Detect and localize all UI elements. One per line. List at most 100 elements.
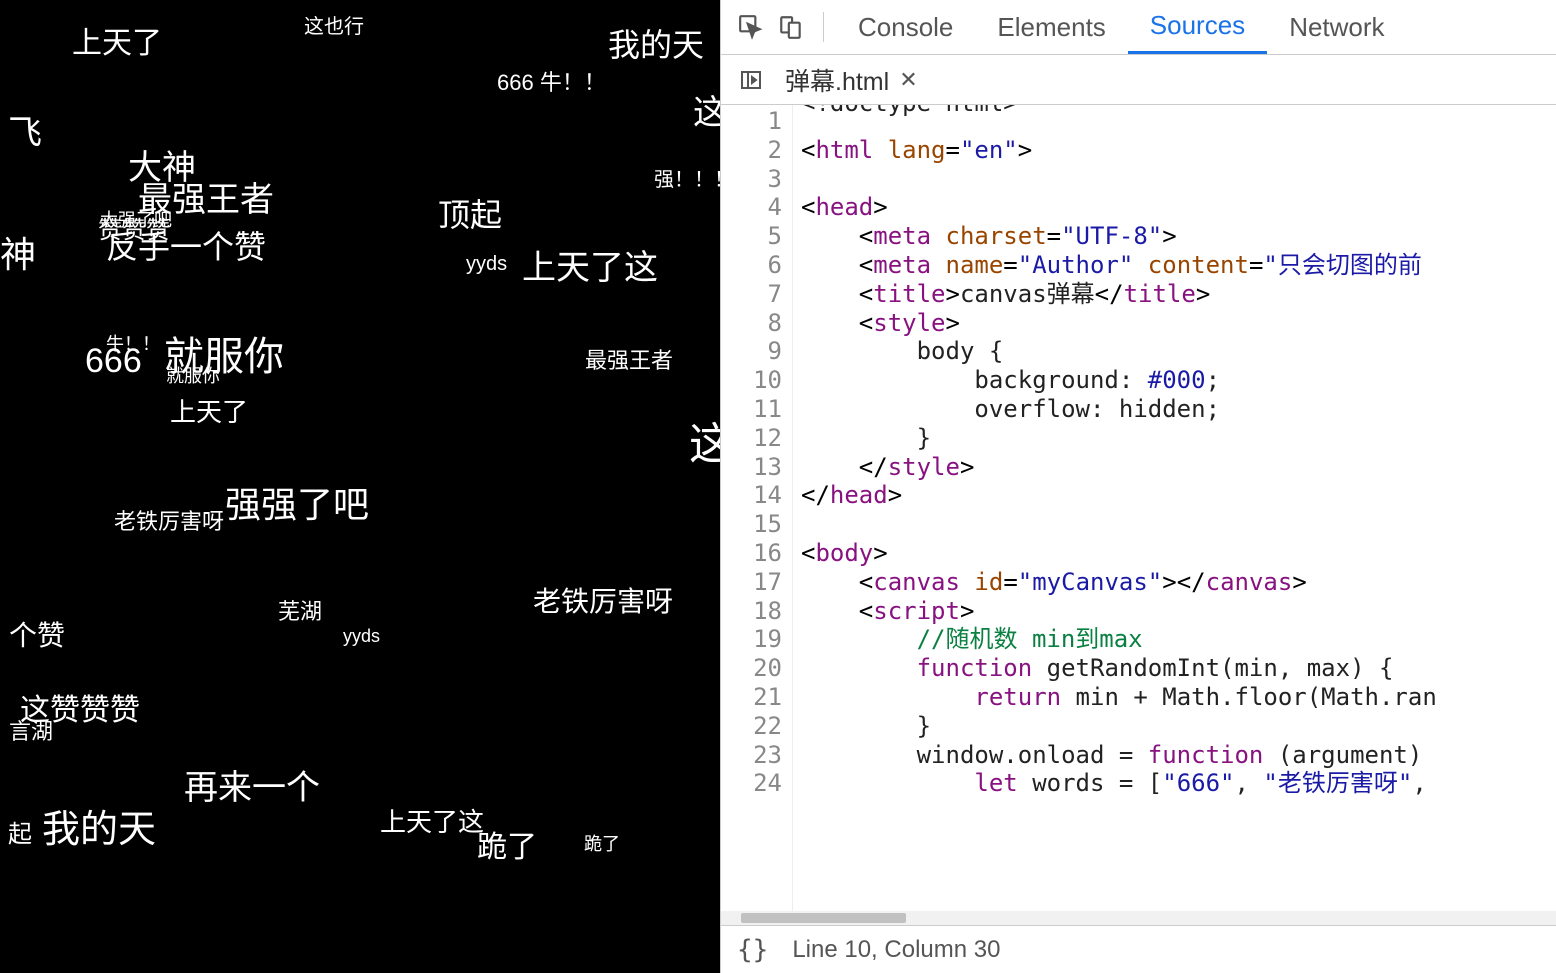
code-line[interactable]: </head> (801, 481, 1556, 510)
danmu-text: yyds (343, 626, 380, 647)
line-number: 4 (721, 193, 782, 222)
line-number: 10 (721, 366, 782, 395)
device-toggle-icon[interactable] (771, 7, 811, 47)
line-number: 17 (721, 568, 782, 597)
line-number: 2 (721, 136, 782, 165)
danmu-text: 跪了 (584, 830, 620, 856)
danmu-text: yyds (466, 253, 507, 276)
line-number: 24 (721, 769, 782, 798)
danmu-text: 这 (689, 408, 720, 472)
line-number: 13 (721, 453, 782, 482)
line-number: 16 (721, 539, 782, 568)
code-line[interactable]: </style> (801, 453, 1556, 482)
danmu-text: 这也行 (304, 10, 364, 39)
code-line[interactable]: //随机数 min到max (801, 625, 1556, 654)
danmu-text: 上天了这 (522, 240, 658, 289)
line-number: 6 (721, 251, 782, 280)
tab-console[interactable]: Console (836, 0, 975, 54)
line-gutter: 123456789101112131415161718192021222324 (721, 105, 793, 911)
code-line[interactable]: <html lang="en"> (801, 136, 1556, 165)
code-line[interactable] (801, 165, 1556, 194)
scroll-thumb[interactable] (741, 913, 906, 923)
danmu-text: 再来一个 (184, 760, 320, 809)
line-number: 8 (721, 309, 782, 338)
danmu-text: 666 (85, 342, 142, 381)
danmu-text: 666 牛！！ (497, 65, 606, 97)
code-line[interactable]: <style> (801, 309, 1556, 338)
devtools-tabs: Console Elements Sources Network (836, 0, 1407, 54)
danmu-text: 老铁厉害呀 (533, 580, 673, 620)
line-number: 15 (721, 510, 782, 539)
code-line[interactable]: } (801, 712, 1556, 741)
danmu-text: 上天了 (170, 392, 248, 429)
tab-network[interactable]: Network (1267, 0, 1406, 54)
danmu-text: 跪了 (477, 822, 537, 866)
line-number: 3 (721, 165, 782, 194)
devtools-header: Console Elements Sources Network (721, 0, 1556, 55)
line-number: 23 (721, 741, 782, 770)
line-number: 21 (721, 683, 782, 712)
code-line[interactable]: function getRandomInt(min, max) { (801, 654, 1556, 683)
show-navigator-icon[interactable] (731, 60, 771, 100)
danmu-text: 这 (693, 85, 720, 134)
status-bar: {} Line 10, Column 30 (721, 925, 1556, 973)
code-editor[interactable]: 123456789101112131415161718192021222324 … (721, 105, 1556, 911)
devtools-panel: Console Elements Sources Network 弹幕.html… (720, 0, 1556, 973)
separator (823, 12, 824, 42)
file-tabs-row: 弹幕.html ✕ (721, 55, 1556, 105)
danmu-text: 上天了 (72, 18, 162, 62)
line-number: 9 (721, 337, 782, 366)
file-tab-label: 弹幕.html (785, 62, 889, 98)
danmu-text: 言湖 (9, 714, 53, 746)
line-number: 22 (721, 712, 782, 741)
inspect-icon[interactable] (731, 7, 771, 47)
danmu-text: 芜湖 (278, 594, 322, 626)
tab-elements[interactable]: Elements (975, 0, 1127, 54)
code-line[interactable]: body { (801, 337, 1556, 366)
danmu-text: 上天了这 (380, 802, 484, 839)
file-tab[interactable]: 弹幕.html ✕ (771, 55, 932, 104)
code-line[interactable]: overflow: hidden; (801, 395, 1556, 424)
canvas-preview: 这也行上天了我的天666 牛！！这飞大神强！！！最强王者顶起赞赞赞太强了吧神反手… (0, 0, 720, 973)
danmu-text: 神 (0, 226, 36, 278)
code-line[interactable]: <!doctype html> (801, 107, 1556, 136)
line-number: 7 (721, 280, 782, 309)
line-number: 1 (721, 107, 782, 136)
line-number: 5 (721, 222, 782, 251)
line-number: 20 (721, 654, 782, 683)
code-line[interactable]: let words = ["666", "老铁厉害呀", (801, 769, 1556, 798)
code-line[interactable]: <head> (801, 193, 1556, 222)
danmu-text: 反手一个赞 (106, 222, 266, 268)
code-line[interactable]: return min + Math.floor(Math.ran (801, 683, 1556, 712)
code-line[interactable]: <meta charset="UTF-8"> (801, 222, 1556, 251)
tab-sources[interactable]: Sources (1128, 0, 1267, 54)
code-line[interactable]: <canvas id="myCanvas"></canvas> (801, 568, 1556, 597)
danmu-text: 我的天 (42, 798, 156, 853)
danmu-text: 起 (8, 814, 32, 849)
code-content[interactable]: <!doctype html><html lang="en"> <head> <m… (793, 105, 1556, 911)
code-line[interactable] (801, 510, 1556, 539)
line-number: 18 (721, 597, 782, 626)
danmu-text: 强！！！ (654, 163, 720, 192)
code-line[interactable]: window.onload = function (argument) (801, 741, 1556, 770)
code-line[interactable]: <script> (801, 597, 1556, 626)
danmu-text: 飞 (8, 105, 42, 154)
close-icon[interactable]: ✕ (899, 67, 917, 93)
horizontal-scrollbar[interactable] (721, 911, 1556, 925)
danmu-text: 强强了吧 (225, 476, 369, 528)
braces-icon[interactable]: {} (737, 935, 768, 965)
line-number: 11 (721, 395, 782, 424)
cursor-position: Line 10, Column 30 (792, 936, 1000, 964)
danmu-text: 最强王者 (585, 343, 673, 375)
line-number: 14 (721, 481, 782, 510)
code-line[interactable]: <meta name="Author" content="只会切图的前 (801, 251, 1556, 280)
line-number: 19 (721, 625, 782, 654)
code-line[interactable]: } (801, 424, 1556, 453)
code-line[interactable]: <body> (801, 539, 1556, 568)
code-line[interactable]: <title>canvas弹幕</title> (801, 280, 1556, 309)
danmu-text: 顶起 (438, 190, 502, 236)
danmu-text: 就服你 (166, 362, 220, 388)
code-line[interactable]: background: #000; (801, 366, 1556, 395)
danmu-text: 老铁厉害呀 (114, 504, 224, 536)
line-number: 12 (721, 424, 782, 453)
